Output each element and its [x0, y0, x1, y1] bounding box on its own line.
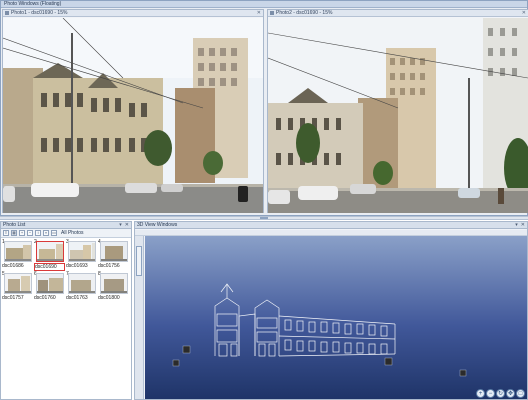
photo-pane-2[interactable]: Photo2 - dsc01690 - 15% ✕: [267, 9, 528, 213]
close-icon[interactable]: ✕: [521, 222, 525, 229]
thumbnail-label: dsc01690: [34, 263, 65, 271]
photo-list-title: Photo List: [3, 221, 26, 228]
view-window-titlebar: 3D View Windows ▾ ✕: [135, 222, 527, 229]
thumbnail-item[interactable]: 8 dsc01800: [98, 272, 129, 302]
thumbnail-image: [4, 273, 32, 294]
thumbnail-image: [68, 241, 96, 262]
sort-icon[interactable]: ↕: [35, 230, 41, 236]
thumbnail-label: dsc01763: [66, 295, 88, 301]
pin-icon[interactable]: ▾: [119, 222, 122, 229]
photo-list-panel: Photo List ▾ ✕ ≡ ▦ + − ↕ ▿ ▭ All Photos …: [0, 221, 132, 400]
close-icon[interactable]: ✕: [125, 222, 129, 229]
remove-photo-icon[interactable]: −: [27, 230, 33, 236]
thumbnail-image: [36, 241, 64, 262]
photo-1-scene: [3, 18, 263, 213]
thumbnail-image: [100, 241, 128, 262]
photo-2-scene: [268, 18, 528, 213]
view-side-toolbar: [135, 236, 144, 399]
thumbnail-label: dsc01757: [2, 295, 24, 301]
3d-scene: [145, 236, 527, 399]
fit-icon[interactable]: □: [516, 389, 525, 398]
horizontal-splitter[interactable]: [0, 216, 528, 220]
folder-icon[interactable]: ▭: [51, 230, 57, 236]
pin-icon[interactable]: ▾: [515, 222, 518, 229]
thumbnail-image: [4, 241, 32, 262]
photo-pane-1-header: Photo1 - dsc01690 - 15% ✕: [3, 10, 263, 17]
thumbnail-item[interactable]: 4 dsc01756: [98, 240, 129, 270]
add-photo-icon[interactable]: +: [19, 230, 25, 236]
photo-pane-1[interactable]: Photo1 - dsc01690 - 15% ✕: [2, 9, 264, 213]
photo-pane-2-header: Photo2 - dsc01690 - 15% ✕: [268, 10, 528, 17]
thumbnail-item-selected[interactable]: 2 dsc01690: [34, 240, 65, 271]
camera-icon: [270, 11, 274, 15]
close-icon[interactable]: ✕: [522, 10, 526, 16]
thumbnail-label: dsc01800: [98, 295, 120, 301]
app-root: Photo Windows (Floating) Photo1 - dsc016…: [0, 0, 528, 400]
thumbnail-label: dsc01760: [34, 295, 56, 301]
photo-pane-1-title: Photo1 - dsc01690 - 15%: [11, 10, 68, 16]
photo-windows-title: Photo Windows (Floating): [1, 1, 527, 8]
filter-icon[interactable]: ▿: [43, 230, 49, 236]
pan-icon[interactable]: ✥: [506, 389, 515, 398]
thumbnail-item[interactable]: 7 dsc01763: [66, 272, 97, 302]
thumbnail-image: [68, 273, 96, 294]
camera-icon: [5, 11, 9, 15]
photo-2-image[interactable]: [268, 18, 528, 213]
zoom-out-icon[interactable]: −: [486, 389, 495, 398]
photo-list-toolbar: ≡ ▦ + − ↕ ▿ ▭ All Photos: [1, 229, 131, 238]
photo-1-image[interactable]: [3, 18, 263, 213]
view-window-title: 3D View Windows: [137, 221, 178, 228]
thumbnail-label: dsc01756: [98, 263, 120, 269]
rotate-icon[interactable]: ↻: [496, 389, 505, 398]
thumbnail-item[interactable]: 6 dsc01760: [34, 272, 65, 302]
photo-pane-2-title: Photo2 - dsc01690 - 15%: [276, 10, 333, 16]
photo-windows-floating: Photo Windows (Floating) Photo1 - dsc016…: [0, 0, 528, 216]
thumbnail-item[interactable]: 5 dsc01757: [2, 272, 33, 302]
thumbnail-item[interactable]: 1 dsc01686: [2, 240, 33, 270]
3d-viewport[interactable]: + − ↻ ✥ □: [145, 236, 527, 399]
photo-filter-label[interactable]: All Photos: [61, 230, 84, 236]
thumbnail-label: dsc01693: [66, 263, 88, 269]
splitter-grip[interactable]: [260, 217, 268, 219]
thumbnail-image: [100, 273, 128, 294]
zoom-in-icon[interactable]: +: [476, 389, 485, 398]
view-window-panel: 3D View Windows ▾ ✕ + − ↻ ✥ □: [134, 221, 528, 400]
viewport-nav-controls: + − ↻ ✥ □: [476, 389, 525, 398]
thumbnail-image: [36, 273, 64, 294]
view-side-tab[interactable]: [136, 246, 142, 276]
thumbnail-label: dsc01686: [2, 263, 24, 269]
thumbnail-view-icon[interactable]: ▦: [11, 230, 17, 236]
close-icon[interactable]: ✕: [257, 10, 261, 16]
photo-list-titlebar: Photo List ▾ ✕: [1, 222, 131, 229]
list-view-icon[interactable]: ≡: [3, 230, 9, 236]
thumbnail-item[interactable]: 3 dsc01693: [66, 240, 97, 270]
